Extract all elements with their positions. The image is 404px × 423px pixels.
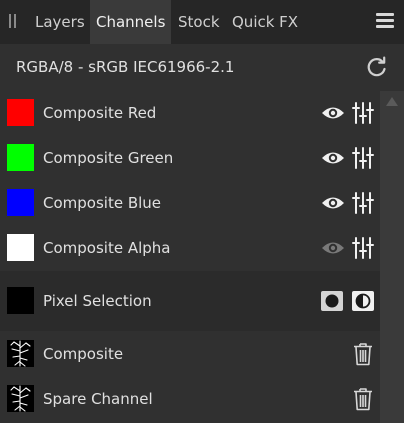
scrollbar[interactable] — [380, 91, 404, 423]
adjust-icon[interactable] — [352, 192, 374, 214]
tab-quick-fx[interactable]: Quick FX — [232, 0, 298, 44]
channel-label: Pixel Selection — [43, 292, 152, 310]
channel-row-spare-channel[interactable]: Spare Channel — [0, 377, 380, 422]
channels-panel: Layers Channels Stock Quick FX RGBA/8 - … — [0, 0, 404, 423]
channel-list: Composite Red Composite Green Composite … — [0, 91, 380, 423]
tab-stock[interactable]: Stock — [178, 0, 220, 44]
color-profile-bar: RGBA/8 - sRGB IEC61966-2.1 — [0, 44, 404, 91]
channel-row-composite-blue[interactable]: Composite Blue — [0, 181, 380, 226]
channel-label: Composite — [43, 345, 124, 363]
trash-icon[interactable] — [353, 342, 373, 366]
tab-layers[interactable]: Layers — [35, 0, 85, 44]
channel-label: Composite Green — [43, 149, 174, 167]
channel-row-composite-spare[interactable]: Composite — [0, 332, 380, 377]
channel-label: Composite Blue — [43, 194, 162, 212]
channel-row-composite-alpha[interactable]: Composite Alpha — [0, 226, 380, 271]
tab-bar: Layers Channels Stock Quick FX — [0, 0, 404, 44]
channel-label: Spare Channel — [43, 390, 153, 408]
eye-icon[interactable] — [321, 240, 345, 256]
adjust-icon[interactable] — [352, 102, 374, 124]
trash-icon[interactable] — [353, 387, 373, 411]
adjust-icon[interactable] — [352, 237, 374, 259]
channel-row-pixel-selection[interactable]: Pixel Selection — [0, 279, 380, 324]
mask-icon[interactable] — [321, 290, 343, 312]
channel-label: Composite Red — [43, 104, 157, 122]
tab-channels[interactable]: Channels — [90, 0, 172, 44]
channel-swatch-green — [7, 144, 34, 171]
channel-row-composite-red[interactable]: Composite Red — [0, 91, 380, 136]
channel-label: Composite Alpha — [43, 239, 171, 257]
channel-thumbnail — [7, 385, 34, 412]
adjust-icon[interactable] — [352, 147, 374, 169]
panel-menu-icon[interactable] — [376, 13, 394, 29]
channel-swatch-blue — [7, 189, 34, 216]
scroll-up-arrow-icon[interactable] — [386, 97, 398, 106]
eye-icon[interactable] — [321, 150, 345, 166]
channel-swatch-red — [7, 99, 34, 126]
channel-swatch-pixel-selection — [7, 287, 34, 314]
invert-icon[interactable] — [352, 290, 374, 312]
panel-grip-icon[interactable] — [8, 14, 18, 28]
channel-row-composite-green[interactable]: Composite Green — [0, 136, 380, 181]
eye-icon[interactable] — [321, 105, 345, 121]
eye-icon[interactable] — [321, 195, 345, 211]
channel-thumbnail — [7, 340, 34, 367]
channel-swatch-alpha — [7, 234, 34, 261]
color-profile-label: RGBA/8 - sRGB IEC61966-2.1 — [16, 58, 235, 76]
reset-icon[interactable] — [366, 56, 388, 78]
